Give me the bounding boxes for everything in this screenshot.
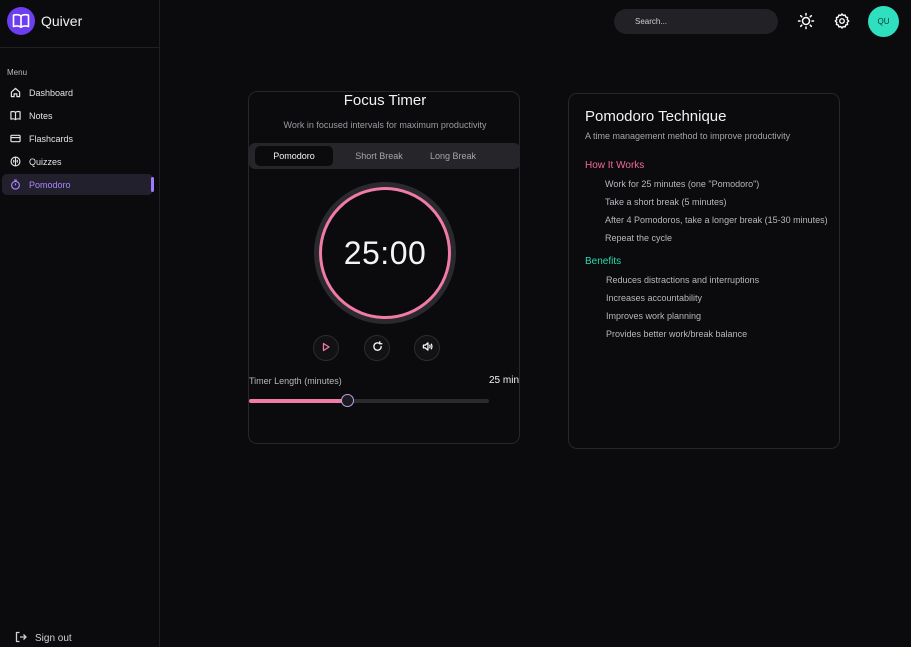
sound-button[interactable]: [414, 335, 440, 361]
sidebar: Quiver Menu Dashboard Notes Flashcards Q…: [0, 0, 160, 647]
list-item: Take a short break (5 minutes): [605, 197, 727, 207]
volume-icon: [422, 339, 433, 357]
sidebar-item-quizzes[interactable]: Quizzes: [2, 151, 153, 172]
pomodoro-info-card: Pomodoro Technique A time management met…: [568, 93, 840, 449]
slider-fill: [249, 399, 348, 403]
sign-out-button[interactable]: Sign out: [15, 631, 72, 646]
tab-pomodoro[interactable]: Pomodoro: [255, 146, 333, 166]
sign-out-label: Sign out: [35, 633, 72, 644]
info-subtitle: A time management method to improve prod…: [585, 131, 791, 141]
sidebar-nav: Dashboard Notes Flashcards Quizzes Pomod…: [2, 82, 153, 197]
reset-button[interactable]: [364, 335, 390, 361]
brand[interactable]: Quiver: [7, 7, 82, 35]
sidebar-item-flashcards[interactable]: Flashcards: [2, 128, 153, 149]
timer-progress-ring: 25:00: [319, 187, 451, 319]
sidebar-item-label: Quizzes: [29, 156, 62, 167]
timer-icon: [10, 179, 21, 190]
play-icon: [321, 339, 331, 357]
sidebar-item-dashboard[interactable]: Dashboard: [2, 82, 153, 103]
list-item: Repeat the cycle: [605, 233, 673, 243]
sidebar-item-label: Dashboard: [29, 87, 74, 98]
list-item: Provides better work/break balance: [606, 329, 748, 339]
timer-title: Focus Timer: [343, 92, 427, 109]
list-item: After 4 Pomodoros, take a longer break (…: [605, 215, 828, 225]
sidebar-item-label: Pomodoro: [29, 179, 71, 190]
how-it-works-heading: How It Works: [585, 160, 645, 171]
app-name: Quiver: [41, 13, 83, 29]
search-input[interactable]: Search...: [614, 9, 778, 34]
play-button[interactable]: [313, 335, 339, 361]
menu-label: Menu: [7, 68, 28, 77]
home-icon: [10, 87, 21, 98]
timer-subtitle: Work in focused intervals for maximum pr…: [283, 120, 487, 130]
sign-out-icon: [15, 631, 27, 646]
sidebar-item-label: Notes: [29, 110, 53, 121]
reset-icon: [372, 339, 383, 357]
card-icon: [10, 133, 21, 144]
sidebar-divider: [0, 47, 159, 48]
timer-length-value: 25 min: [488, 375, 519, 386]
gear-icon[interactable]: [832, 11, 852, 31]
info-title: Pomodoro Technique: [585, 108, 727, 125]
list-item: Improves work planning: [606, 311, 702, 321]
timer-display: 25:00: [343, 234, 427, 271]
list-item: Reduces distractions and interruptions: [606, 275, 760, 285]
tab-short-break[interactable]: Short Break: [337, 146, 421, 166]
timer-length-label: Timer Length (minutes): [249, 376, 342, 386]
sidebar-item-label: Flashcards: [29, 133, 74, 144]
sidebar-item-pomodoro[interactable]: Pomodoro: [2, 174, 153, 195]
timer-length-slider[interactable]: [249, 394, 489, 407]
brain-icon: [10, 156, 21, 167]
book-icon: [10, 110, 21, 121]
sun-icon[interactable]: [796, 11, 816, 31]
list-item: Work for 25 minutes (one "Pomodoro"): [605, 179, 760, 189]
sidebar-item-notes[interactable]: Notes: [2, 105, 153, 126]
benefits-list: Reduces distractions and interruptions I…: [606, 271, 759, 343]
benefits-heading: Benefits: [585, 256, 622, 267]
how-it-works-list: Work for 25 minutes (one "Pomodoro") Tak…: [605, 175, 828, 247]
focus-timer-card: Focus Timer Work in focused intervals fo…: [248, 91, 520, 444]
avatar[interactable]: QU: [868, 6, 899, 37]
active-indicator: [151, 177, 154, 192]
tab-long-break[interactable]: Long Break: [423, 146, 483, 166]
timer-mode-tabs: Pomodoro Short Break Long Break: [249, 143, 520, 169]
timer-dial: 25:00: [314, 182, 456, 324]
slider-thumb[interactable]: [341, 394, 355, 407]
list-item: Increases accountability: [606, 293, 703, 303]
open-book-logo-icon: [7, 7, 35, 35]
